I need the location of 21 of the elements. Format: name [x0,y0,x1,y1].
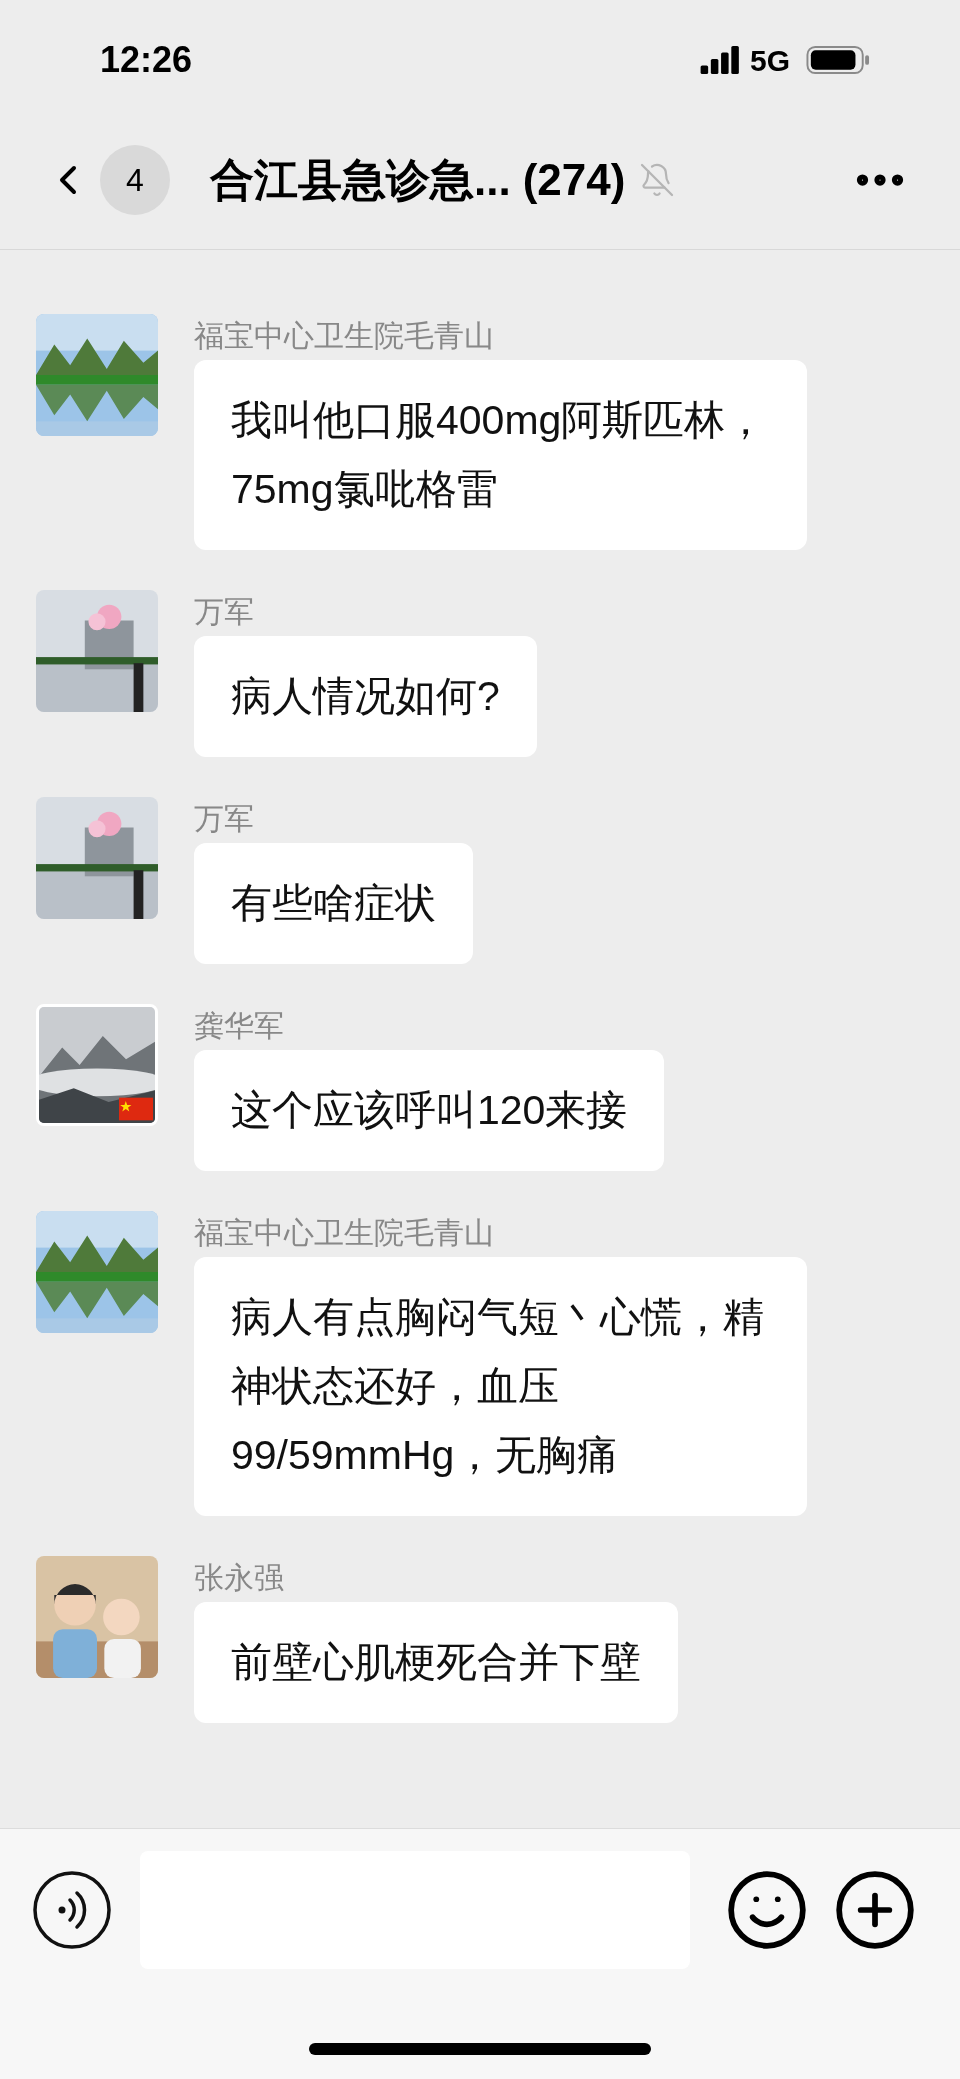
sender-name: 张永强 [194,1560,285,1596]
message-bubble[interactable]: 有些啥症状 [194,843,473,964]
signal-icon [699,46,740,74]
message-bubble[interactable]: 我叫他口服400mg阿斯匹林，75mg氯吡格雷 [194,360,807,550]
network-label: 5G [749,42,790,79]
sender-name: 龚华军 [194,1008,285,1044]
member-count: (274) [522,153,626,206]
sender-name: 万军 [194,801,255,837]
unread-badge: 4 [100,144,170,215]
sender-name: 万军 [194,594,255,630]
message-bubble[interactable]: 病人情况如何? [194,636,537,757]
sender-name: 福宝中心卫生院毛青山 [194,318,495,354]
message-bubble[interactable]: 这个应该呼叫120来接 [194,1050,665,1171]
message-bubble[interactable]: 病人有点胸闷气短丶心慌，精神状态还好，血压99/59mmHg，无胸痛 [194,1257,807,1516]
flag-icon [119,1097,153,1121]
voice-icon[interactable] [32,1870,112,1950]
chat-title: 合江县急诊急... [210,153,511,206]
message-bubble[interactable]: 前壁心肌梗死合并下壁 [194,1602,678,1723]
status-time: 12:26 [100,38,193,82]
sender-name: 福宝中心卫生院毛青山 [194,1215,495,1251]
battery-icon [806,45,870,75]
